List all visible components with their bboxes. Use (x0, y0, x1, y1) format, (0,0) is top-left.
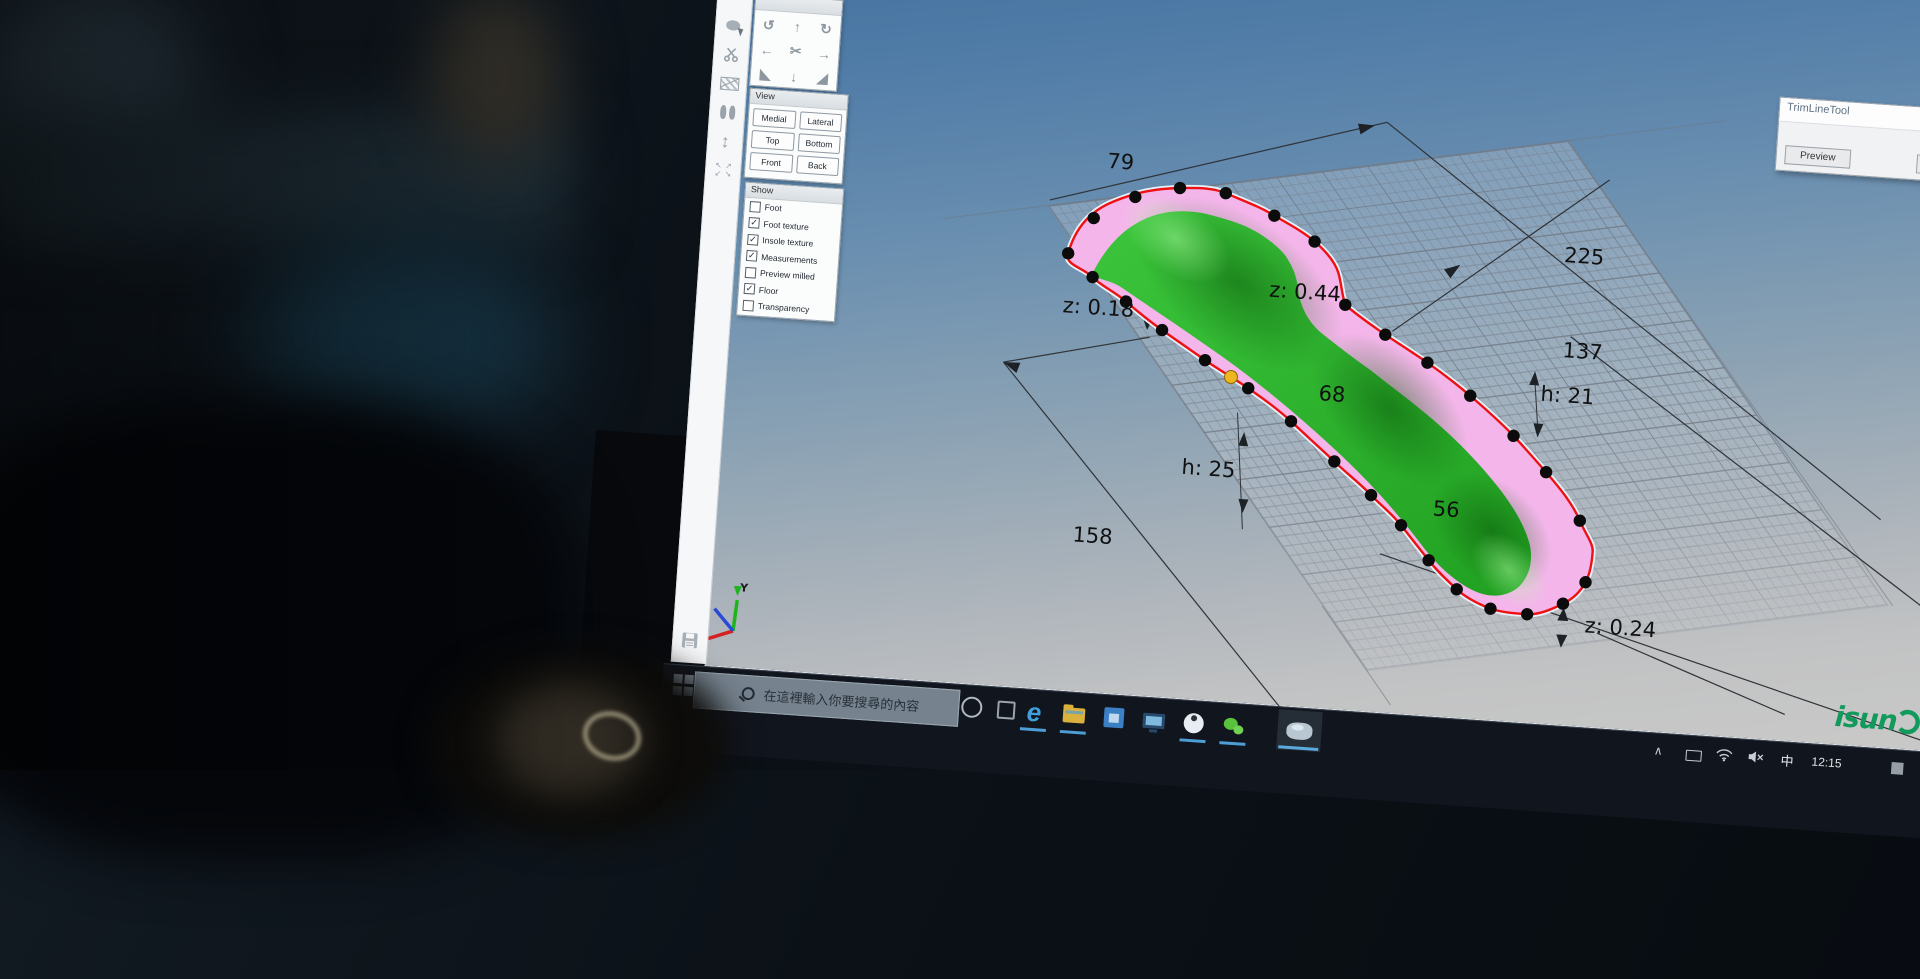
isun-logo-mark (1896, 708, 1920, 736)
checkbox[interactable] (749, 201, 761, 213)
view-top-button[interactable]: Top (751, 130, 795, 151)
taskbar-app-store[interactable] (1093, 696, 1136, 739)
search-placeholder: 在這裡輸入你要搜尋的內容 (763, 685, 920, 715)
checkbox-label: Floor (759, 285, 779, 296)
height-adjust-icon[interactable]: ↕ (713, 129, 736, 152)
checkbox-label: Foot (764, 202, 782, 213)
pan-right-icon[interactable]: → (809, 41, 839, 68)
hatch-region-icon[interactable] (717, 72, 740, 95)
rotate-ccw-icon[interactable]: ↺ (754, 12, 784, 39)
measurement-label: h: 25 (1181, 455, 1236, 483)
checkbox[interactable]: ✓ (744, 283, 756, 295)
view-front-button[interactable]: Front (749, 152, 793, 173)
measurement-label: z: 0.18 (1062, 293, 1135, 322)
scissors-icon[interactable] (720, 43, 743, 66)
checkbox[interactable]: ✓ (746, 250, 758, 262)
taskbar-app-wechat[interactable] (1212, 705, 1255, 748)
measurement-label: 56 (1432, 496, 1460, 522)
save-icon[interactable] (680, 631, 698, 654)
checkbox-label: Preview milled (760, 268, 815, 282)
cortana-icon[interactable] (961, 696, 983, 718)
tilt-left-icon[interactable]: ◣ (750, 61, 780, 88)
view-lateral-button[interactable]: Lateral (799, 111, 843, 132)
taskbar-clock[interactable]: 12:15 (1811, 754, 1842, 770)
taskbar-app-edge[interactable]: e (1013, 691, 1056, 734)
measurement-label: 225 (1563, 243, 1605, 270)
wifi-icon[interactable] (1715, 748, 1733, 762)
rotate-cw-icon[interactable]: ↻ (811, 16, 841, 43)
notification-icon[interactable] (1891, 762, 1904, 775)
view-bottom-button[interactable]: Bottom (797, 133, 841, 154)
checkbox-label: Measurements (761, 252, 818, 266)
checkbox-label: Foot texture (763, 219, 809, 232)
battery-icon[interactable] (1685, 750, 1702, 762)
pan-up-icon[interactable]: ↑ (782, 14, 812, 41)
show-panel: Show Foot ✓ Foot texture ✓ Insole textur… (736, 182, 844, 323)
measurement-label: 137 (1562, 338, 1604, 365)
measurement-label: h: 21 (1540, 382, 1595, 410)
taskbar-app-insole-studio[interactable] (1276, 709, 1323, 752)
checkbox[interactable]: ✓ (748, 217, 760, 229)
tilt-right-icon[interactable]: ◢ (807, 65, 837, 92)
trimlinetool-dialog: TrimLineTool Preview OK (1775, 97, 1920, 184)
pan-left-icon[interactable]: ← (752, 37, 782, 64)
search-icon (741, 687, 755, 701)
checkbox-label: Insole texture (762, 235, 814, 249)
axis-y-label: Y (739, 581, 750, 595)
navigation-pad-panel: ↺ ↑ ↻ ← ✂ → ◣ ↓ ◢ (749, 0, 843, 92)
taskbar-app-this-pc[interactable] (1132, 699, 1175, 742)
tray-chevron-icon[interactable]: ∧ (1653, 743, 1663, 758)
taskbar-app-qq[interactable] (1172, 702, 1215, 745)
insole-pair-icon[interactable] (715, 100, 738, 123)
isun-logo: isun (1834, 700, 1920, 739)
lasso-select-icon[interactable] (722, 14, 745, 37)
measurement-label: z: 0.24 (1584, 613, 1657, 642)
measurement-label: 79 (1107, 149, 1135, 175)
checkbox-label: Transparency (757, 301, 809, 315)
checkbox[interactable] (745, 267, 757, 279)
volume-muted-icon[interactable] (1747, 750, 1765, 764)
ime-indicator[interactable]: 中 (1780, 750, 1794, 770)
checkbox[interactable]: ✓ (747, 234, 759, 246)
measurement-label: z: 0.44 (1269, 278, 1342, 307)
ok-button[interactable]: OK (1916, 154, 1920, 178)
view-back-button[interactable]: Back (796, 155, 840, 176)
selected-control-point[interactable] (1224, 370, 1238, 384)
measurement-label: 158 (1072, 522, 1114, 549)
view-medial-button[interactable]: Medial (752, 108, 796, 129)
tools-icon[interactable]: ✂ (780, 39, 810, 66)
checkbox[interactable] (742, 300, 754, 312)
preview-button[interactable]: Preview (1784, 145, 1851, 169)
taskbar-app-file-explorer[interactable] (1053, 694, 1096, 737)
expand-view-icon[interactable]: ↖↗ ↙↘ (711, 158, 734, 181)
monitor-screen: 79 225 137 z: 0.44 z: 0.18 68 h: 21 h: 2… (490, 0, 1920, 979)
measurement-label: 68 (1318, 381, 1346, 407)
view-panel: View Medial Lateral Top Bottom Front Bac… (744, 88, 849, 185)
pan-down-icon[interactable]: ↓ (779, 63, 809, 90)
